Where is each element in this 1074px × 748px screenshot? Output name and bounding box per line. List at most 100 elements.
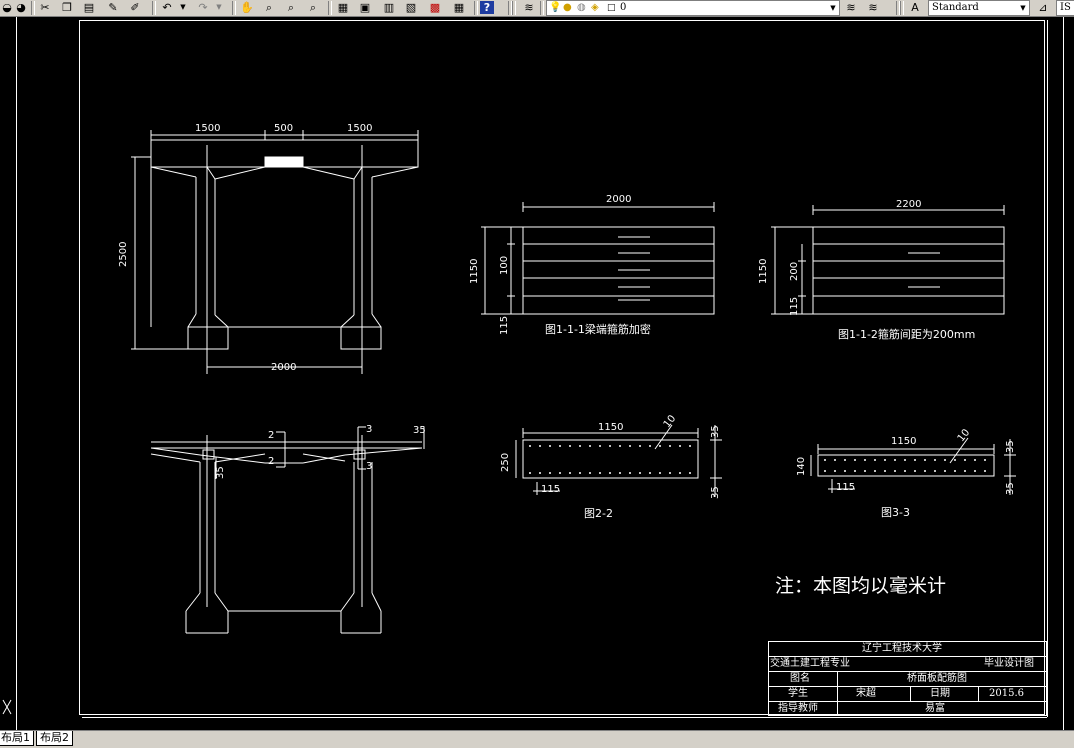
- match-properties-icon[interactable]: ✐: [128, 1, 142, 14]
- zoom-realtime-icon[interactable]: ⌕: [262, 1, 276, 14]
- title-block-value: 易富: [925, 703, 945, 714]
- help-icon[interactable]: ?: [480, 1, 494, 14]
- dim-text: 500: [274, 123, 294, 134]
- dim-text: 35: [215, 466, 226, 479]
- lock-icon[interactable]: ◍: [577, 1, 586, 15]
- brush-icon[interactable]: ✎: [106, 1, 120, 14]
- light-bulb-icon[interactable]: 💡: [549, 1, 561, 15]
- title-block-label: 指导教师: [778, 703, 818, 714]
- color-swatch-icon[interactable]: □: [607, 1, 616, 15]
- dim-text: 1150: [758, 258, 769, 284]
- dim-text: 140: [796, 456, 807, 476]
- dim-text: 2500: [118, 241, 129, 267]
- dim-text: 1150: [469, 258, 480, 284]
- title-block-value: 2015.6: [989, 688, 1024, 699]
- dim-text: 115: [789, 296, 800, 316]
- toolbar-separator: [512, 1, 516, 15]
- calculator-icon[interactable]: ▦: [452, 1, 466, 14]
- dim-text: 115: [499, 315, 510, 335]
- dim-text: 35: [710, 486, 721, 499]
- tab-layout2[interactable]: 布局2: [36, 731, 73, 746]
- layout-tabs: 布局1 布局2: [0, 730, 1074, 748]
- paste-icon[interactable]: ▤: [82, 1, 96, 14]
- tab-layout1[interactable]: 布局1: [0, 731, 34, 746]
- markup-icon[interactable]: ▩: [428, 1, 442, 14]
- dim-text: 115: [836, 482, 856, 493]
- chevron-down-icon[interactable]: ▼: [1017, 1, 1029, 15]
- dim-text: 35: [413, 425, 426, 436]
- title-block-value: 宋超: [856, 688, 876, 699]
- text-style-control[interactable]: Standard ▼: [928, 0, 1030, 16]
- figure-caption: 图2-2: [584, 507, 613, 520]
- dim-text: 100: [499, 255, 510, 275]
- toolbar-separator: [31, 1, 35, 15]
- fig-3-3-rebar-dots: [824, 459, 986, 472]
- dim-style-icon[interactable]: ⊿: [1036, 1, 1050, 14]
- dim-text: 250: [500, 452, 511, 472]
- undo-dropdown-icon[interactable]: ▼: [176, 1, 190, 14]
- drawing-canvas[interactable]: 1500 500 1500 2500 2000 2 2 3 3 35 35 20…: [0, 17, 1074, 730]
- title-block-label: 日期: [930, 688, 950, 699]
- properties-icon[interactable]: ▦: [336, 1, 350, 14]
- layer-previous-icon[interactable]: ≋: [866, 1, 880, 14]
- dim-text: 35: [710, 425, 721, 438]
- section-mark: 2: [268, 430, 275, 441]
- text-style-icon[interactable]: A: [908, 1, 922, 14]
- toolbar-separator: [900, 1, 904, 15]
- zoom-window-icon[interactable]: ⌕: [284, 1, 298, 14]
- dim-style-control[interactable]: IS: [1056, 0, 1074, 16]
- title-block-type: 毕业设计图: [984, 658, 1034, 669]
- design-center-icon[interactable]: ▣: [358, 1, 372, 14]
- layer-manager-icon[interactable]: ≋: [522, 1, 536, 14]
- make-current-icon[interactable]: ≋: [844, 1, 858, 14]
- toolbar-separator: [328, 1, 332, 15]
- tool-palettes-icon[interactable]: ▥: [382, 1, 396, 14]
- figure-caption: 图1-1-2箍筋间距为200mm: [838, 328, 976, 341]
- copy-icon[interactable]: ❐: [60, 1, 74, 14]
- beam-elevation: [131, 130, 419, 374]
- pan-icon[interactable]: ✋: [240, 1, 254, 14]
- title-block-value: 桥面板配筋图: [907, 673, 967, 684]
- dim-style-name: IS: [1060, 2, 1071, 13]
- dim-text: 115: [541, 484, 561, 495]
- fig-2-2-rebar-dots: [529, 445, 691, 474]
- title-block-label: 学生: [788, 688, 808, 699]
- title-block-school: 辽宁工程技术大学: [862, 643, 942, 654]
- undo-icon[interactable]: ↶: [160, 1, 174, 14]
- section-mark: 3: [366, 424, 373, 435]
- title-block-label: 图名: [790, 673, 810, 684]
- section-mark: 2: [268, 456, 275, 467]
- dim-text: 2000: [271, 362, 297, 373]
- title-block-major: 交通土建工程专业: [770, 658, 850, 669]
- toolbar-separator: [474, 1, 478, 15]
- sun-icon[interactable]: ●: [563, 1, 572, 15]
- fig-1-1-1: [481, 202, 715, 315]
- sheet-set-icon[interactable]: ▧: [404, 1, 418, 14]
- redo-icon[interactable]: ↷: [196, 1, 210, 14]
- layer-state-icon[interactable]: ◒: [0, 1, 14, 14]
- zoom-previous-icon[interactable]: ⌕: [306, 1, 320, 14]
- cut-icon[interactable]: ✂: [38, 1, 52, 14]
- toolbar-separator: [232, 1, 236, 15]
- figure-caption: 图3-3: [881, 506, 910, 519]
- dim-text: 200: [789, 261, 800, 281]
- dim-text: 2000: [606, 194, 632, 205]
- globe-icon[interactable]: ◕: [14, 1, 28, 14]
- fig-1-1-2: [771, 205, 1005, 315]
- toolbar-separator: [152, 1, 156, 15]
- redo-dropdown-icon[interactable]: ▼: [212, 1, 226, 14]
- chevron-down-icon[interactable]: ▼: [827, 1, 839, 15]
- dim-text: 2200: [896, 199, 922, 210]
- dim-text: 35: [1005, 482, 1016, 495]
- drawing-lines: [2, 17, 1064, 730]
- viewport-freeze-icon[interactable]: ◈: [591, 1, 599, 15]
- layer-control[interactable]: 💡 ● ◍ ◈ □ 0 ▼: [546, 0, 840, 16]
- dim-text: 1500: [347, 123, 373, 134]
- dim-text: 1500: [195, 123, 221, 134]
- text-style-name: Standard: [932, 2, 979, 13]
- dim-text: 1150: [891, 436, 917, 447]
- toolbar-separator: [540, 1, 544, 15]
- figure-caption: 图1-1-1梁端箍筋加密: [545, 323, 651, 336]
- standard-toolbar: ◒ ◕ ✂ ❐ ▤ ✎ ✐ ↶ ▼ ↷ ▼ ✋ ⌕ ⌕ ⌕ ▦ ▣ ▥ ▧ ▩ …: [0, 0, 1074, 17]
- section-mark: 3: [366, 461, 373, 472]
